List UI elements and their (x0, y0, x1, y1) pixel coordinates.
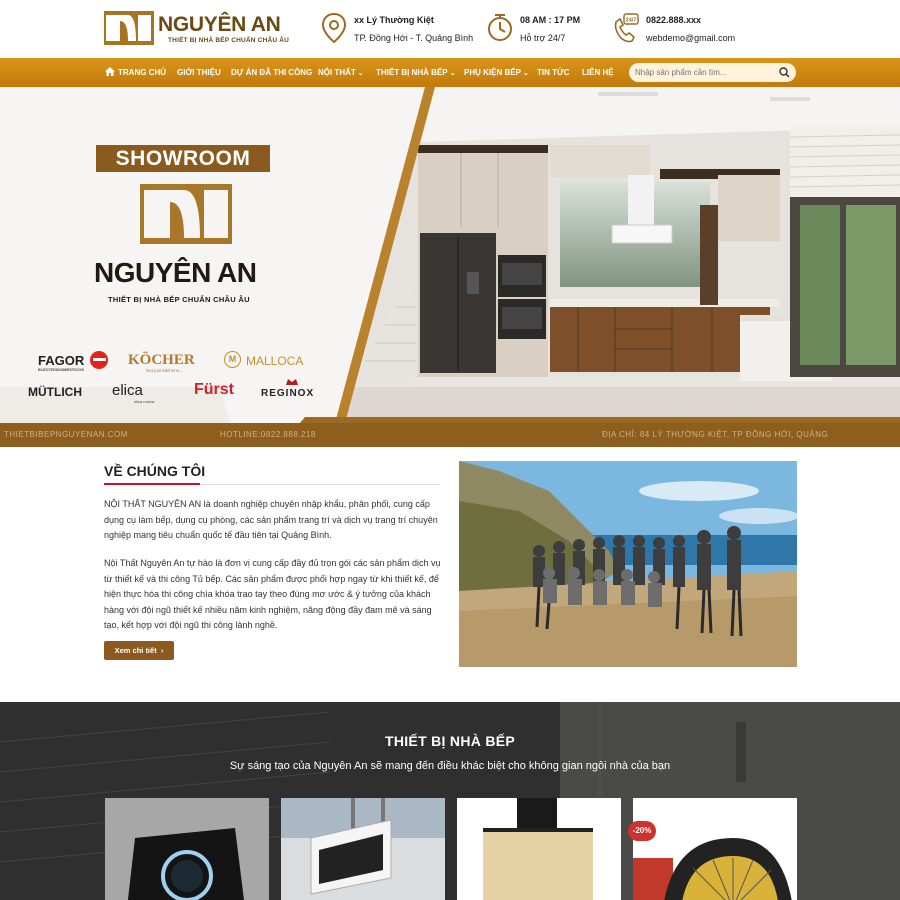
logo-mark-icon (104, 11, 154, 45)
nav-item-news[interactable]: TIN TỨC (537, 58, 569, 87)
search-input[interactable] (635, 66, 775, 79)
team-photo (459, 461, 797, 667)
phone-24-7-icon: 24/7 (614, 13, 639, 43)
hours-line1: 08 AM : 17 PM (520, 15, 581, 25)
nav-label: THIẾT BỊ NHÀ BẾP (376, 68, 448, 77)
nav-item-about[interactable]: GIỚI THIỆU (177, 58, 221, 87)
product-image-island-hood (281, 798, 445, 900)
product-image-wall-hood (457, 798, 621, 900)
product-card[interactable] (281, 798, 445, 900)
logo-tagline: THIẾT BỊ NHÀ BẾP CHUẨN CHÂU ÂU (168, 37, 290, 44)
chevron-down-icon: ⌄ (357, 70, 364, 77)
address-line2: TP. Đồng Hới - T. Quảng Bình (354, 33, 474, 43)
product-image-hood-glass (105, 798, 269, 900)
banner-info-strip: THIETBIBEPNGUYENAN.COM HOTLINE:0822.888.… (0, 423, 900, 447)
nav-item-kitchen-appliances[interactable]: THIẾT BỊ NHÀ BẾP ⌄ (376, 58, 455, 87)
about-paragraph-1: NỘI THẤT NGUYÊN AN là doanh nghiệp chuyê… (104, 499, 438, 540)
nav-label: PHỤ KIỆN BẾP (464, 68, 521, 77)
brand-fagor: FAGOR (38, 353, 85, 368)
malloca-logo-icon: M (224, 351, 241, 368)
svg-text:24/7: 24/7 (626, 18, 637, 24)
clock-icon (488, 14, 512, 41)
about-paragraph-2: Nội Thất Nguyên An tự hào là đơn vị cung… (104, 558, 441, 630)
view-details-button[interactable]: Xem chi tiết › (104, 641, 174, 660)
brand-elica: elica (112, 382, 143, 399)
search-box (629, 63, 796, 82)
brand-kocher: KÖCHER (128, 352, 195, 368)
product-image-round-hood (633, 798, 797, 900)
view-details-label: Xem chi tiết (114, 646, 157, 655)
chevron-right-icon: › (158, 646, 164, 655)
product-card[interactable] (457, 798, 621, 900)
nav-label: TIN TỨC (537, 68, 570, 77)
brand-furst: Fürst (194, 381, 234, 398)
about-title-underline (104, 483, 440, 485)
products-title: THIẾT BỊ NHÀ BẾP (384, 733, 516, 749)
product-card[interactable] (105, 798, 269, 900)
nav-label: TRANG CHỦ (118, 68, 166, 77)
hero-banner[interactable]: SHOWROOM NGUYÊN AN THIẾT BỊ NHÀ BẾP CHUẨ… (0, 87, 900, 447)
address-line1: xx Lý Thường Kiệt (354, 15, 434, 25)
products-subtitle: Sự sáng tạo của Nguyên An sẽ mang đến đi… (229, 760, 671, 772)
showroom-label: SHOWROOM (96, 145, 270, 172)
banner-logo-mark-icon (140, 184, 232, 244)
fagor-logo-icon (90, 351, 108, 369)
nav-item-interior[interactable]: NỘI THẤT ⌄ (318, 58, 364, 87)
brand-malloca: MALLOCA (246, 354, 304, 368)
kitchen-appliances-section: THIẾT BỊ NHÀ BẾP Sự sáng tạo của Nguyên … (0, 702, 900, 900)
strip-address: ĐỊA CHỈ: 84 LÝ THƯỜNG KIỆT, TP ĐỒNG HỚI,… (602, 430, 829, 439)
location-pin-icon (321, 12, 347, 44)
email-address[interactable]: webdemo@gmail.com (646, 33, 735, 43)
strip-hotline: HOTLINE:0822.888.218 (220, 430, 316, 439)
sale-badge: -20% (628, 821, 656, 841)
hours-line2: Hỗ trợ 24/7 (520, 33, 566, 43)
brand-reginox: REGINOX (261, 388, 315, 399)
search-icon[interactable] (779, 67, 790, 78)
strip-website: THIETBIBEPNGUYENAN.COM (4, 430, 128, 439)
brand-mutlich: MÜTLICH (28, 385, 82, 399)
nav-item-contact[interactable]: LIÊN HỆ (582, 58, 614, 87)
nav-label: NỘI THẤT (318, 68, 356, 77)
reginox-logo-icon (286, 379, 298, 385)
chevron-down-icon: ⌄ (449, 70, 456, 77)
nav-item-home[interactable]: TRANG CHỦ (105, 58, 166, 87)
nav-item-kitchen-accessories[interactable]: PHỤ KIỆN BẾP ⌄ (464, 58, 529, 87)
nav-item-projects[interactable]: DỰ ÁN ĐÃ THI CÔNG (231, 58, 312, 87)
nav-label: GIỚI THIỆU (177, 68, 221, 77)
home-icon (105, 67, 115, 76)
nav-label: DỰ ÁN ĐÃ THI CÔNG (231, 68, 313, 77)
site-logo[interactable]: NGUYÊN AN THIẾT BỊ NHÀ BẾP CHUẨN CHÂU ÂU (104, 10, 289, 48)
product-card[interactable] (633, 798, 797, 900)
banner-brand-name: NGUYÊN AN (94, 257, 257, 288)
phone-number[interactable]: 0822.888.xxx (646, 15, 701, 25)
nav-label: LIÊN HỆ (582, 68, 614, 77)
brand-kocher-subtext: Not just kitchens... (146, 368, 183, 373)
chevron-down-icon: ⌄ (522, 70, 529, 77)
logo-name: NGUYÊN AN (158, 13, 281, 36)
banner-brand-tagline: THIẾT BỊ NHÀ BẾP CHUẨN CHÂU ÂU (108, 295, 250, 304)
banner-branding: SHOWROOM NGUYÊN AN THIẾT BỊ NHÀ BẾP CHUẨ… (0, 87, 900, 423)
brand-fagor-subtext: ELECTRODOMESTICOS (38, 367, 85, 372)
main-navigation: TRANG CHỦ GIỚI THIỆU DỰ ÁN ĐÃ THI CÔNG N… (0, 58, 900, 87)
about-title: VỀ CHÚNG TÔI (104, 463, 206, 479)
site-header: NGUYÊN AN THIẾT BỊ NHÀ BẾP CHUẨN CHÂU ÂU… (0, 0, 900, 58)
brand-elica-subtext: elica nuova (134, 399, 155, 404)
